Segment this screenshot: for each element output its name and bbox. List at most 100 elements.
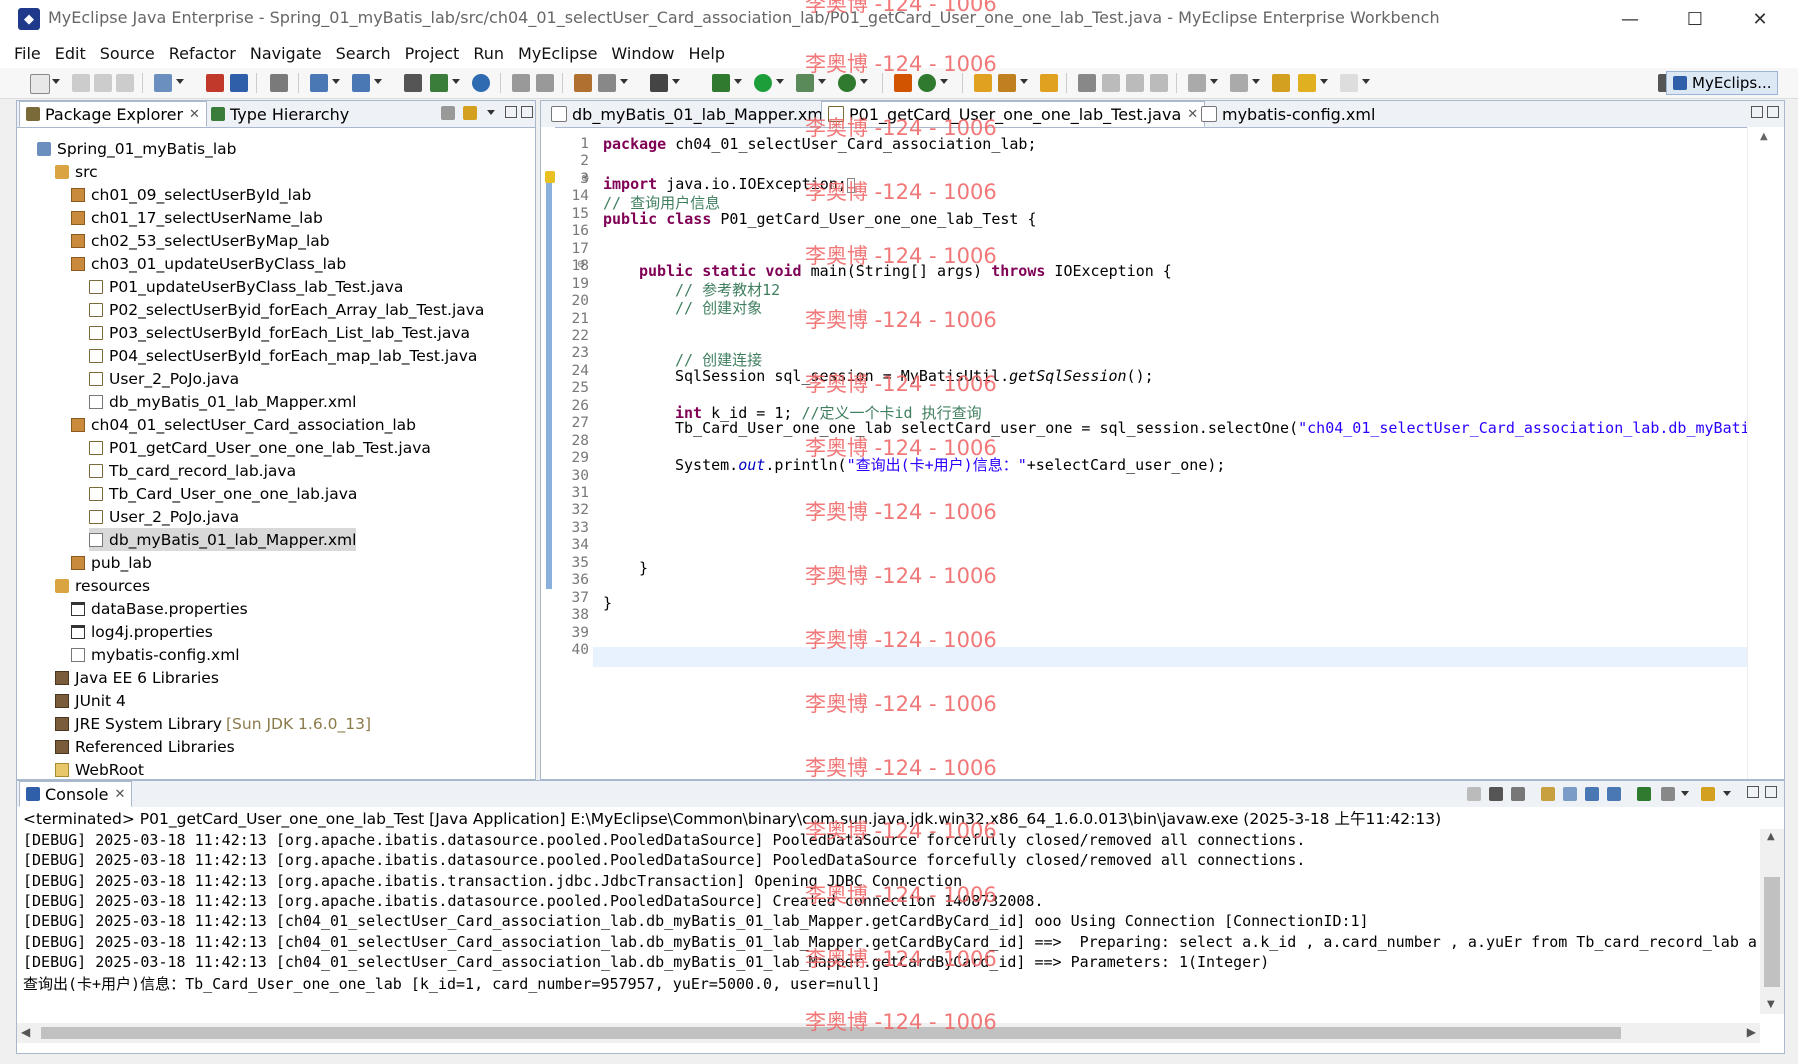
tree-item[interactable]: P03_selectUserById_forEach_List_lab_Test…: [89, 321, 470, 344]
pin-console-icon[interactable]: [1637, 787, 1651, 801]
tree-item[interactable]: Referenced Libraries: [55, 735, 235, 758]
tree-item[interactable]: JUnit 4: [55, 689, 126, 712]
tree-item[interactable]: User_2_PoJo.java: [89, 505, 239, 528]
scroll-right-icon[interactable]: ▶: [1747, 1025, 1756, 1039]
tab-mybatis-config[interactable]: mybatis-config.xml: [1195, 101, 1381, 127]
tree-item[interactable]: P04_selectUserById_forEach_map_lab_Test.…: [89, 344, 477, 367]
open-type-icon[interactable]: [404, 74, 422, 92]
maximize-button[interactable]: ☐: [1665, 4, 1725, 34]
menu-project[interactable]: Project: [405, 44, 460, 63]
task-icon[interactable]: [1040, 74, 1058, 92]
editor-body[interactable]: 1 2 3 14 15 16 17 18 19 20 21 22 23 24 25 26 27 28 29 30 31 3…: [541, 127, 1784, 779]
maximize-panel-icon[interactable]: [1765, 786, 1777, 798]
debug-icon[interactable]: [712, 74, 730, 92]
open-console-icon[interactable]: [1701, 787, 1715, 801]
menu-edit[interactable]: Edit: [55, 44, 86, 63]
minimize-panel-icon[interactable]: [1751, 106, 1763, 118]
prev-annotation-icon[interactable]: [1230, 74, 1248, 92]
scroll-up-icon[interactable]: ▲: [1767, 831, 1775, 842]
minimize-panel-icon[interactable]: [1747, 786, 1759, 798]
menu-window[interactable]: Window: [611, 44, 674, 63]
terminal-icon[interactable]: [650, 74, 668, 92]
search-icon[interactable]: [598, 74, 616, 92]
scroll-lock-icon[interactable]: [1563, 787, 1577, 801]
terminate-icon[interactable]: [1467, 787, 1481, 801]
close-icon[interactable]: ✕: [115, 787, 126, 802]
new-package-icon[interactable]: [352, 74, 370, 92]
tree-item[interactable]: resources: [55, 574, 150, 597]
clear-console-icon[interactable]: [1541, 787, 1555, 801]
tab-test-java[interactable]: P01_getCard_User_one_one_lab_Test.java ✕: [821, 101, 1206, 127]
save-icon[interactable]: [72, 74, 90, 92]
tree-item[interactable]: ch01_09_selectUserById_lab: [71, 183, 311, 206]
scroll-thumb[interactable]: [41, 1027, 1621, 1039]
forward-icon[interactable]: [1340, 74, 1358, 92]
back-icon[interactable]: [1298, 74, 1316, 92]
refresh-icon[interactable]: [536, 74, 554, 92]
tree-item[interactable]: Java EE 6 Libraries: [55, 666, 219, 689]
tree-item[interactable]: Tb_Card_User_one_one_lab.java: [89, 482, 357, 505]
pen-tool-icon[interactable]: [998, 74, 1016, 92]
tab-type-hierarchy[interactable]: Type Hierarchy: [205, 101, 355, 127]
tree-item[interactable]: pub_lab: [71, 551, 152, 574]
print-preview-icon[interactable]: [270, 74, 288, 92]
open-folder-icon[interactable]: [974, 74, 992, 92]
new-dropdown-arrow-icon[interactable]: [52, 79, 60, 84]
maximize-panel-icon[interactable]: [521, 106, 533, 118]
server-run-icon[interactable]: [918, 74, 936, 92]
show-whitespace-icon[interactable]: [1150, 74, 1168, 92]
tab-mapper-xml[interactable]: db_myBatis_01_lab_Mapper.xml: [545, 101, 833, 127]
collapse-all-icon[interactable]: [441, 106, 455, 120]
back-history-icon[interactable]: [512, 74, 530, 92]
minimize-button[interactable]: —: [1600, 4, 1660, 34]
minimize-panel-icon[interactable]: [505, 106, 517, 118]
server-icon[interactable]: [206, 74, 224, 92]
tree-item[interactable]: db_myBatis_01_lab_Mapper.xml: [89, 390, 356, 413]
close-button[interactable]: ✕: [1730, 4, 1790, 34]
tree-item[interactable]: JRE System Library [Sun JDK 1.6.0_13]: [55, 712, 371, 735]
last-edit-icon[interactable]: [1272, 74, 1290, 92]
tree-item[interactable]: ch02_53_selectUserByMap_lab: [71, 229, 330, 252]
console-horizontal-scrollbar[interactable]: ◀ ▶: [17, 1023, 1760, 1043]
menu-myeclipse[interactable]: MyEclipse: [518, 44, 597, 63]
tree-item[interactable]: ch01_17_selectUserName_lab: [71, 206, 323, 229]
remove-launch-icon[interactable]: [1489, 787, 1503, 801]
fold-collapse-icon[interactable]: ⊖: [577, 259, 585, 270]
new-class-icon[interactable]: [430, 74, 448, 92]
remove-all-terminated-icon[interactable]: [1511, 787, 1525, 801]
scroll-thumb[interactable]: [1764, 877, 1780, 987]
tree-item[interactable]: P01_getCard_User_one_one_lab_Test.java: [89, 436, 431, 459]
new-icon[interactable]: [30, 74, 50, 94]
menu-navigate[interactable]: Navigate: [250, 44, 322, 63]
tree-item[interactable]: P02_selectUserByid_forEach_Array_lab_Tes…: [89, 298, 484, 321]
tree-item[interactable]: Spring_01_myBatis_lab: [37, 137, 237, 160]
highlight-icon[interactable]: [1102, 74, 1120, 92]
perspective-switcher[interactable]: MyEclips...: [1666, 71, 1778, 95]
editor-scrollbar[interactable]: ▲: [1747, 127, 1784, 779]
database-icon[interactable]: [230, 74, 248, 92]
tree-item[interactable]: User_2_PoJo.java: [89, 367, 239, 390]
web-browser-icon[interactable]: [472, 74, 490, 92]
menu-file[interactable]: File: [14, 44, 41, 63]
scroll-down-icon[interactable]: ▼: [1767, 999, 1775, 1010]
block-select-icon[interactable]: [1126, 74, 1144, 92]
menu-search[interactable]: Search: [336, 44, 391, 63]
console-output[interactable]: [DEBUG] 2025-03-18 11:42:13 [org.apache.…: [23, 829, 1775, 1014]
tree-item[interactable]: db_myBatis_01_lab_Mapper.xml: [89, 528, 357, 551]
tab-console[interactable]: Console ✕: [19, 781, 133, 807]
link-with-editor-icon[interactable]: [463, 106, 477, 120]
menu-help[interactable]: Help: [689, 44, 725, 63]
external-tools-icon[interactable]: [574, 74, 592, 92]
run-icon[interactable]: [754, 74, 772, 92]
scroll-up-icon[interactable]: ▲: [1760, 131, 1768, 142]
tree-item[interactable]: src: [55, 160, 98, 183]
next-annotation-icon[interactable]: [1188, 74, 1206, 92]
tree-item[interactable]: ch04_01_selectUser_Card_association_lab: [71, 413, 416, 436]
tree-item[interactable]: mybatis-config.xml: [71, 643, 240, 666]
annotation-icon[interactable]: [1078, 74, 1096, 92]
tab-package-explorer[interactable]: Package Explorer ✕: [19, 101, 207, 127]
show-on-error-icon[interactable]: [1607, 787, 1621, 801]
tree-item[interactable]: WebRoot: [55, 758, 144, 781]
scroll-left-icon[interactable]: ◀: [21, 1025, 30, 1039]
tree-item[interactable]: Tb_card_record_lab.java: [89, 459, 296, 482]
